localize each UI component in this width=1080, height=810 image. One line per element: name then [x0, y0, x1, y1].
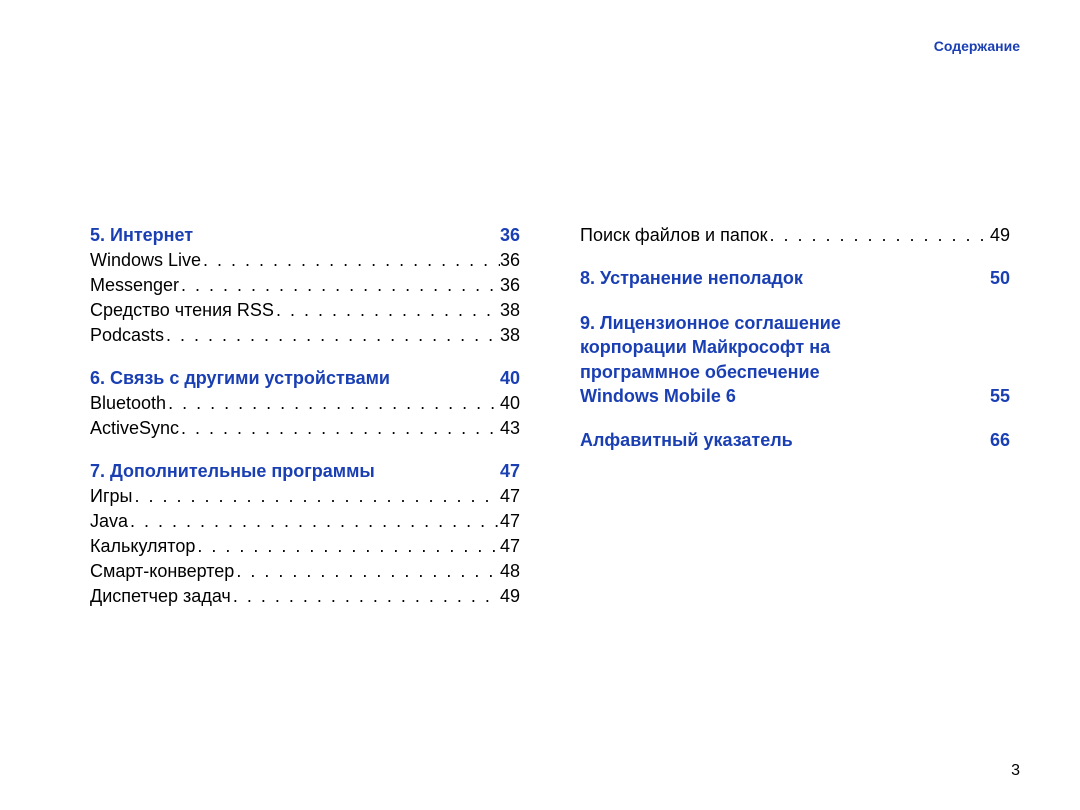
toc-chapter-title-line: программное обеспечение — [580, 360, 1010, 384]
toc-chapter-title: 5. Интернет — [90, 225, 193, 246]
toc-chapter-title: 7. Дополнительные программы — [90, 461, 375, 482]
toc-entry-page: 38 — [500, 325, 520, 346]
toc-leader-dots — [767, 225, 989, 246]
toc-chapter-page: 47 — [490, 461, 520, 482]
toc-chapter[interactable]: 5. Интернет 36 — [90, 225, 520, 246]
toc-entry-page: 43 — [500, 418, 520, 439]
toc-entry[interactable]: Java 47 — [90, 511, 520, 532]
toc-entry-label: Podcasts — [90, 325, 164, 346]
toc-chapter-title-line: корпорации Майкрософт на — [580, 335, 1010, 359]
toc-entry[interactable]: ActiveSync 43 — [90, 418, 520, 439]
toc-entry-label: Калькулятор — [90, 536, 195, 557]
toc-entry[interactable]: Поиск файлов и папок 49 — [580, 225, 1010, 246]
toc-entry-page: 47 — [500, 486, 520, 507]
toc-leader-dots — [195, 536, 500, 557]
toc-entry-page: 36 — [500, 275, 520, 296]
toc-chapter-page: 55 — [980, 384, 1010, 408]
document-page: Содержание 5. Интернет36Windows Live36Me… — [0, 0, 1080, 810]
toc-leader-dots — [274, 300, 500, 321]
toc-chapter-title: 8. Устранение неполадок — [580, 268, 803, 289]
toc-entry-page: 48 — [500, 561, 520, 582]
toc-column-right: Поиск файлов и папок 49 8. Устранение непо… — [580, 225, 1010, 611]
toc-entry-page: 47 — [500, 536, 520, 557]
toc-columns: 5. Интернет 36 Windows Live 36 Messenger 36 Ср… — [90, 225, 1020, 611]
toc-chapter-page: 66 — [980, 430, 1010, 451]
toc-entry-label: Messenger — [90, 275, 179, 296]
toc-leader-dots — [179, 275, 500, 296]
toc-chapter-title-line: Windows Mobile 6 — [580, 384, 736, 408]
toc-chapter-multiline[interactable]: 9. Лицензионное соглашениекорпорации Май… — [580, 311, 1010, 408]
toc-entry[interactable]: Podcasts 38 — [90, 325, 520, 346]
toc-chapter-title-line: 9. Лицензионное соглашение — [580, 311, 1010, 335]
toc-entry-label: Windows Live — [90, 250, 201, 271]
toc-entry-page: 40 — [500, 393, 520, 414]
toc-chapter[interactable]: Алфавитный указатель 66 — [580, 430, 1010, 451]
toc-leader-dots — [231, 586, 500, 607]
toc-chapter[interactable]: 7. Дополнительные программы 47 — [90, 461, 520, 482]
toc-entry-page: 49 — [990, 225, 1010, 246]
toc-chapter-page: 50 — [980, 268, 1010, 289]
toc-leader-dots — [201, 250, 500, 271]
toc-entry[interactable]: Калькулятор 47 — [90, 536, 520, 557]
toc-chapter-page: 36 — [490, 225, 520, 246]
toc-leader-dots — [234, 561, 500, 582]
toc-leader-dots — [128, 511, 500, 532]
toc-entry[interactable]: Bluetooth 40 — [90, 393, 520, 414]
toc-leader-dots — [179, 418, 500, 439]
toc-entry-label: Игры — [90, 486, 132, 507]
toc-entry-page: 49 — [500, 586, 520, 607]
toc-entry-label: Java — [90, 511, 128, 532]
toc-entry[interactable]: Windows Live 36 — [90, 250, 520, 271]
toc-entry-label: Поиск файлов и папок — [580, 225, 767, 246]
running-header: Содержание — [934, 38, 1020, 54]
toc-leader-dots — [166, 393, 500, 414]
toc-chapter[interactable]: 8. Устранение неполадок 50 — [580, 268, 1010, 289]
toc-entry[interactable]: Смарт-конвертер 48 — [90, 561, 520, 582]
toc-entry[interactable]: Средство чтения RSS 38 — [90, 300, 520, 321]
toc-entry-label: ActiveSync — [90, 418, 179, 439]
toc-chapter[interactable]: 6. Связь с другими устройствами 40 — [90, 368, 520, 389]
toc-entry-label: Диспетчер задач — [90, 586, 231, 607]
toc-chapter-title: Алфавитный указатель — [580, 430, 793, 451]
toc-entry-page: 47 — [500, 511, 520, 532]
toc-entry-page: 38 — [500, 300, 520, 321]
toc-entry-label: Смарт-конвертер — [90, 561, 234, 582]
toc-column-left: 5. Интернет 36 Windows Live 36 Messenger 36 Ср… — [90, 225, 520, 611]
toc-entry[interactable]: Диспетчер задач 49 — [90, 586, 520, 607]
toc-entry[interactable]: Messenger 36 — [90, 275, 520, 296]
toc-leader-dots — [164, 325, 500, 346]
toc-chapter-title: 6. Связь с другими устройствами — [90, 368, 390, 389]
toc-entry-label: Bluetooth — [90, 393, 166, 414]
toc-entry-page: 36 — [500, 250, 520, 271]
page-number: 3 — [1011, 762, 1020, 780]
toc-entry[interactable]: Игры 47 — [90, 486, 520, 507]
toc-entry-label: Средство чтения RSS — [90, 300, 274, 321]
toc-chapter-page: 40 — [490, 368, 520, 389]
toc-leader-dots — [132, 486, 500, 507]
